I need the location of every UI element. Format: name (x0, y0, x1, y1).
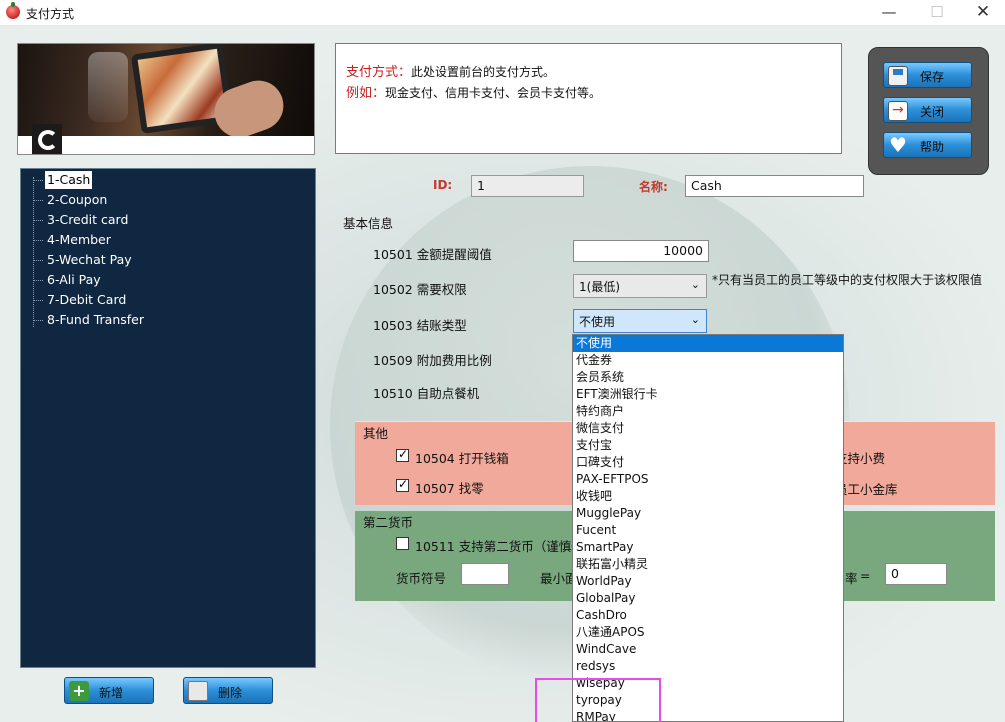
other-group-title: 其他 (363, 426, 389, 441)
tree-item-wechat-pay[interactable]: 5-Wechat Pay (34, 251, 134, 269)
tree-item-fund-transfer[interactable]: 8-Fund Transfer (34, 311, 146, 329)
dropdown-option[interactable]: 不使用 (573, 335, 843, 352)
dropdown-option[interactable]: WindCave (573, 641, 843, 658)
dropdown-option[interactable]: WorldPay (573, 573, 843, 590)
dropdown-option[interactable]: 口碑支付 (573, 454, 843, 471)
second-currency-title: 第二货币 (363, 515, 414, 530)
exchange-rate-label: 率 (845, 571, 858, 586)
equals-sign: = (860, 568, 871, 583)
tree-item-cash[interactable]: 1-Cash (33, 171, 93, 189)
dropdown-option[interactable]: 联拓富小精灵 (573, 556, 843, 573)
id-field: 1 (471, 175, 584, 197)
chevron-down-icon: ⌄ (690, 313, 700, 326)
staff-vault-label: 员工小金库 (835, 482, 898, 497)
help-button[interactable]: ♥ 帮助 (883, 132, 972, 158)
second-currency-label: 10511 支持第二货币（谨慎修 (415, 539, 584, 554)
add-button[interactable]: + 新增 (64, 677, 154, 704)
description-box: 支付方式：此处设置前台的支付方式。 例如：现金支付、信用卡支付、会员卡支付等。 (335, 43, 842, 154)
open-drawer-label: 10504 打开钱箱 (415, 451, 509, 466)
payment-tree[interactable]: 1-Cash 2-Coupon 3-Credit card 4-Member 5… (20, 168, 316, 668)
banner-photo (17, 43, 315, 155)
floppy-disk-icon (888, 66, 908, 86)
title-bar: 支付方式 — ☐ ✕ (0, 0, 1005, 26)
trash-icon (188, 681, 208, 701)
dropdown-option[interactable]: EFT澳洲银行卡 (573, 386, 843, 403)
currency-symbol-field[interactable] (461, 563, 509, 585)
dropdown-option[interactable]: 特约商户 (573, 403, 843, 420)
label-10503: 10503 结账类型 (373, 318, 467, 333)
annotation-highlight (535, 678, 661, 722)
close-button[interactable]: 关闭 (883, 97, 972, 123)
dropdown-option[interactable]: PAX-EFTPOS (573, 471, 843, 488)
dropdown-option[interactable]: SmartPay (573, 539, 843, 556)
dropdown-option[interactable]: 微信支付 (573, 420, 843, 437)
permission-note: *只有当员工的员工等级中的支付权限大于该权限值 (712, 273, 983, 287)
permission-select[interactable]: 1(最低) ⌄ (573, 274, 707, 298)
save-button[interactable]: 保存 (883, 62, 972, 88)
plus-icon: + (69, 681, 89, 701)
currency-symbol-label: 货币符号 (396, 571, 447, 586)
amount-threshold-field[interactable]: 10000 (573, 240, 709, 262)
info-label-1: 支付方式： (346, 65, 412, 80)
delete-button[interactable]: 删除 (183, 677, 273, 704)
id-label: ID: (433, 178, 453, 192)
info-text-2: 现金支付、信用卡支付、会员卡支付等。 (385, 86, 602, 100)
tree-item-coupon[interactable]: 2-Coupon (33, 191, 109, 209)
dropdown-option[interactable]: CashDro (573, 607, 843, 624)
action-panel: 保存 关闭 ♥ 帮助 (868, 47, 989, 175)
info-text-1: 此处设置前台的支付方式。 (411, 65, 556, 79)
tree-item-credit-card[interactable]: 3-Credit card (33, 211, 130, 229)
basic-info-heading: 基本信息 (343, 216, 394, 231)
label-10502: 10502 需要权限 (373, 282, 467, 297)
name-field[interactable]: Cash (685, 175, 864, 197)
dropdown-option[interactable]: Fucent (573, 522, 843, 539)
change-label: 10507 找零 (415, 481, 484, 496)
label-10510: 10510 自助点餐机 (373, 386, 480, 401)
label-10501: 10501 金额提醒阈值 (373, 247, 492, 262)
dropdown-option[interactable]: MugglePay (573, 505, 843, 522)
tree-item-member[interactable]: 4-Member (34, 231, 113, 249)
maximize-button[interactable]: ☐ (914, 0, 960, 26)
app-icon (6, 2, 20, 19)
tree-item-debit-card[interactable]: 7-Debit Card (33, 291, 128, 309)
checkout-type-select[interactable]: 不使用 ⌄ (573, 309, 707, 333)
dropdown-option[interactable]: redsys (573, 658, 843, 675)
chevron-down-icon: ⌄ (690, 278, 700, 291)
tree-item-ali-pay[interactable]: 6-Ali Pay (34, 271, 103, 289)
exit-door-icon (888, 101, 908, 121)
checkout-type-dropdown[interactable]: 不使用 代金券 会员系统 EFT澳洲银行卡 特约商户 微信支付 支付宝 口碑支付… (572, 334, 844, 722)
dropdown-option[interactable]: 收钱吧 (573, 488, 843, 505)
dropdown-option[interactable]: GlobalPay (573, 590, 843, 607)
name-label: 名称: (639, 180, 668, 194)
dropdown-option[interactable]: 代金券 (573, 352, 843, 369)
open-drawer-checkbox[interactable] (396, 447, 409, 462)
window-title: 支付方式 (26, 7, 75, 21)
second-currency-checkbox[interactable] (396, 537, 409, 550)
dropdown-option[interactable]: 八達通APOS (573, 624, 843, 641)
dropdown-option[interactable]: 支付宝 (573, 437, 843, 454)
change-checkbox[interactable] (396, 477, 409, 492)
exchange-rate-field[interactable]: 0 (885, 563, 947, 585)
close-window-button[interactable]: ✕ (960, 0, 1005, 26)
info-label-2: 例如： (346, 86, 386, 101)
label-10509: 10509 附加费用比例 (373, 353, 492, 368)
wine-glass-image (88, 52, 128, 122)
heart-icon: ♥ (889, 133, 907, 157)
dropdown-option[interactable]: 会员系统 (573, 369, 843, 386)
minimize-button[interactable]: — (866, 0, 912, 26)
brand-logo-icon (32, 124, 62, 154)
